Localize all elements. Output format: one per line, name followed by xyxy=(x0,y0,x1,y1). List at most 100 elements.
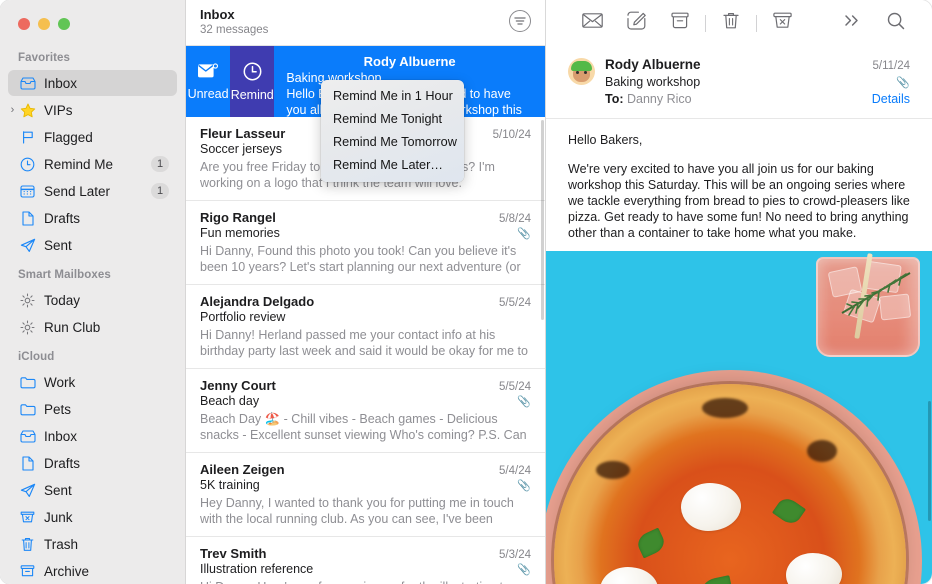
sidebar-item-sent[interactable]: Sent xyxy=(8,232,177,258)
sidebar-item-label: Drafts xyxy=(44,455,81,471)
message-from: Fleur Lasseur xyxy=(200,126,286,141)
reading-pane: Rody Albuerne 5/11/24 Baking workshop 📎 … xyxy=(546,0,932,584)
sidebar-item-junk[interactable]: Junk xyxy=(8,504,177,530)
message-from: Alejandra Delgado xyxy=(200,294,315,309)
message-preview: Beach Day 🏖️ - Chill vibes - Beach games… xyxy=(200,412,527,442)
mailbox-title: Inbox xyxy=(200,7,235,22)
swipe-action-unread[interactable]: Unread xyxy=(186,46,231,117)
minimize-button[interactable] xyxy=(38,18,50,30)
sidebar-item-remind-me[interactable]: Remind Me 1 xyxy=(8,151,177,177)
sidebar-item-label: Trash xyxy=(44,536,79,552)
mail-window: Favorites Inbox › VIPs Flagged Remind Me… xyxy=(0,0,932,584)
filter-icon[interactable] xyxy=(509,10,531,32)
sidebar-item-archive[interactable]: Archive xyxy=(8,558,177,584)
sidebar: Favorites Inbox › VIPs Flagged Remind Me… xyxy=(0,0,186,584)
table-row[interactable]: Alejandra Delgado 5/5/24 Portfolio revie… xyxy=(186,285,545,369)
sidebar-item-inbox-icloud[interactable]: Inbox xyxy=(8,423,177,449)
menu-item-remind-tomorrow[interactable]: Remind Me Tomorrow xyxy=(321,131,464,154)
traffic-lights xyxy=(0,0,185,46)
trash-icon xyxy=(723,12,739,35)
sidebar-item-send-later[interactable]: Send Later 1 xyxy=(8,178,177,204)
menu-item-remind-1-hour[interactable]: Remind Me in 1 Hour xyxy=(321,85,464,108)
message-preview: Hi Danny, Here's a reference image for t… xyxy=(200,579,531,584)
message-subject: Beach day xyxy=(200,394,260,408)
message-date: 5/8/24 xyxy=(499,213,531,225)
message-list-scrollbar[interactable] xyxy=(541,120,544,320)
table-row[interactable]: Trev Smith 5/3/24 Illustration reference… xyxy=(186,537,545,584)
sidebar-item-label: Send Later xyxy=(44,183,111,199)
sidebar-item-label: Run Club xyxy=(44,319,101,335)
sidebar-item-label: Flagged xyxy=(44,129,93,145)
folder-icon xyxy=(18,374,37,390)
sidebar-item-label: Inbox xyxy=(44,75,78,91)
message-date: 5/11/24 xyxy=(872,60,910,72)
reader-scrollbar[interactable] xyxy=(928,401,931,521)
more-button[interactable] xyxy=(830,8,874,38)
junk-icon xyxy=(772,12,792,34)
details-link[interactable]: Details xyxy=(872,92,910,106)
sidebar-item-label: Remind Me xyxy=(44,156,114,172)
table-row[interactable]: Jenny Court 5/5/24 Beach day 📎 Beach Day… xyxy=(186,369,545,453)
attachment-image[interactable] xyxy=(546,251,932,584)
toolbar-divider xyxy=(756,14,757,32)
unread-envelope-icon xyxy=(197,62,219,83)
zoom-button[interactable] xyxy=(58,18,70,30)
calendar-icon xyxy=(18,183,37,199)
archive-button[interactable] xyxy=(658,8,702,38)
message-date: 5/10/24 xyxy=(492,129,531,141)
menu-item-remind-tonight[interactable]: Remind Me Tonight xyxy=(321,108,464,131)
sidebar-item-drafts-icloud[interactable]: Drafts xyxy=(8,450,177,476)
message-subject: Fun memories xyxy=(200,226,280,240)
sidebar-item-trash[interactable]: Trash xyxy=(8,531,177,557)
close-button[interactable] xyxy=(18,18,30,30)
message-list: Inbox 32 messages Unread Remind Rody Alb… xyxy=(186,0,546,584)
sidebar-item-label: Drafts xyxy=(44,210,81,226)
message-header: Rody Albuerne 5/11/24 Baking workshop 📎 … xyxy=(546,46,932,119)
message-from: Rigo Rangel xyxy=(200,210,276,225)
sidebar-item-label: Sent xyxy=(44,237,72,253)
paper-plane-icon xyxy=(18,237,37,253)
body-greeting: Hello Bakers, xyxy=(568,133,643,147)
document-icon xyxy=(18,210,37,226)
sidebar-item-run-club[interactable]: Run Club xyxy=(8,314,177,340)
delete-button[interactable] xyxy=(709,8,753,38)
sidebar-item-today[interactable]: Today xyxy=(8,287,177,313)
compose-button[interactable] xyxy=(614,8,658,38)
swipe-action-label: Remind xyxy=(230,87,274,102)
sidebar-item-label: Inbox xyxy=(44,428,78,444)
star-icon xyxy=(18,102,37,118)
paperclip-icon: 📎 xyxy=(517,564,531,576)
menu-item-remind-later[interactable]: Remind Me Later… xyxy=(321,154,464,177)
document-icon xyxy=(18,455,37,471)
sidebar-item-pets[interactable]: Pets xyxy=(8,396,177,422)
clock-icon xyxy=(18,156,37,172)
sidebar-item-drafts[interactable]: Drafts xyxy=(8,205,177,231)
search-icon xyxy=(887,12,905,35)
sidebar-item-vips[interactable]: › VIPs xyxy=(8,97,177,123)
archive-icon xyxy=(671,12,689,34)
to-value: Danny Rico xyxy=(627,92,692,106)
sidebar-item-inbox[interactable]: Inbox xyxy=(8,70,177,96)
clock-icon xyxy=(243,62,262,84)
message-list-header: Inbox 32 messages xyxy=(186,0,545,46)
gear-icon xyxy=(18,319,37,335)
table-row[interactable]: Rigo Rangel 5/8/24 Fun memories 📎 Hi Dan… xyxy=(186,201,545,285)
search-button[interactable] xyxy=(874,8,918,38)
message-preview: Hi Danny! Herland passed me your contact… xyxy=(200,328,528,358)
message-subject: Portfolio review xyxy=(200,310,286,324)
gear-icon xyxy=(18,292,37,308)
junk-button[interactable] xyxy=(760,8,804,38)
message-from: Jenny Court xyxy=(200,378,276,393)
message-date: 5/4/24 xyxy=(499,465,531,477)
mark-unread-button[interactable] xyxy=(570,8,614,38)
sidebar-section-smart-mailboxes: Smart Mailboxes xyxy=(18,269,111,281)
sidebar-item-sent-icloud[interactable]: Sent xyxy=(8,477,177,503)
table-row[interactable]: Aileen Zeigen 5/4/24 5K training 📎 Hey D… xyxy=(186,453,545,537)
sidebar-item-work[interactable]: Work xyxy=(8,369,177,395)
paperclip-icon: 📎 xyxy=(517,396,531,408)
chevron-right-icon[interactable]: › xyxy=(6,97,19,123)
message-date: 5/3/24 xyxy=(499,549,531,561)
swipe-action-remind[interactable]: Remind xyxy=(230,46,275,117)
message-from: Aileen Zeigen xyxy=(200,462,285,477)
sidebar-item-flagged[interactable]: Flagged xyxy=(8,124,177,150)
